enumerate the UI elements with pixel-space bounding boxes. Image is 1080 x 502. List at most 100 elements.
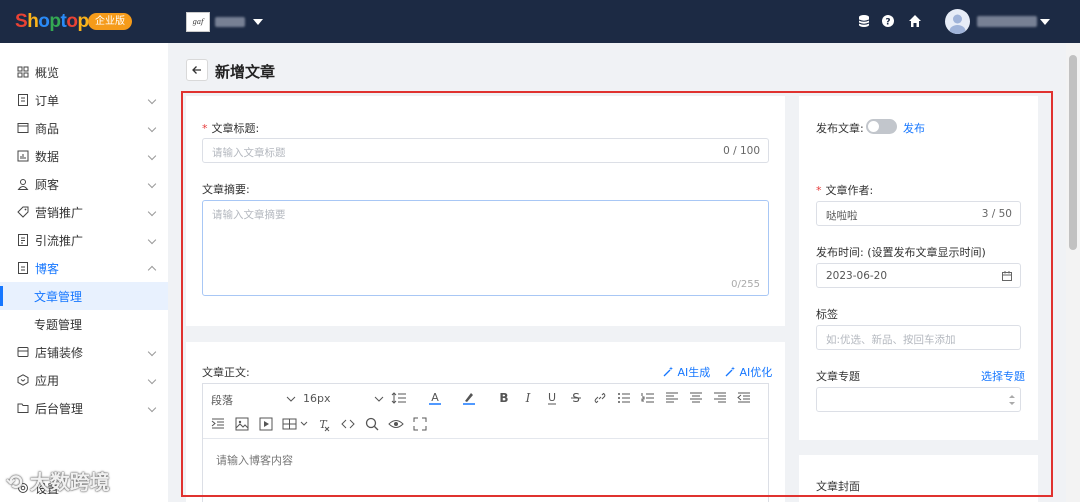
sidebar-item-products[interactable]: 商品 xyxy=(0,114,168,142)
sidebar-subitem-topics[interactable]: 专题管理 xyxy=(0,310,168,338)
sidebar-item-apps[interactable]: 应用 xyxy=(0,366,168,394)
editor-content-area[interactable]: 请输入博客内容 xyxy=(203,439,768,502)
chevron-down-icon[interactable] xyxy=(371,391,387,407)
code-icon[interactable] xyxy=(340,416,356,432)
sidebar-subitem-label: 文章管理 xyxy=(34,290,83,304)
sidebar-item-store-design[interactable]: 店铺装修 xyxy=(0,338,168,366)
svg-text:B: B xyxy=(499,391,508,405)
sidebar-item-label: 商品 xyxy=(35,122,60,136)
image-icon[interactable] xyxy=(234,416,250,432)
underline-icon[interactable]: U xyxy=(544,390,560,406)
video-icon[interactable] xyxy=(258,416,274,432)
chevron-down-icon xyxy=(147,235,157,245)
stepper-icon xyxy=(1009,395,1015,405)
ai-optimize-button[interactable]: AI优化 xyxy=(725,364,772,380)
publish-settings-card: 发布文章: 发布 * 文章作者: 哒啦啦 3 / 50 发布时间: (设置发布文章… xyxy=(799,96,1038,440)
sidebar-item-blog[interactable]: 博客 xyxy=(0,254,168,282)
sidebar-item-label: 后台管理 xyxy=(35,402,84,416)
sidebar-item-label: 引流推广 xyxy=(35,234,84,248)
chevron-down-icon[interactable] xyxy=(283,391,299,407)
align-right-icon[interactable] xyxy=(712,390,728,406)
folder-icon xyxy=(17,403,29,413)
align-center-icon[interactable] xyxy=(688,390,704,406)
svg-text:A: A xyxy=(431,391,439,404)
chevron-down-icon[interactable] xyxy=(296,416,312,432)
cover-card: 文章封面 xyxy=(799,455,1038,502)
select-topic-link[interactable]: 选择专题 xyxy=(981,368,1025,384)
avatar[interactable] xyxy=(945,9,970,34)
author-label: * 文章作者: xyxy=(816,184,874,197)
store-switcher-caret-icon[interactable] xyxy=(253,19,263,25)
chevron-down-icon xyxy=(147,207,157,217)
topic-select[interactable] xyxy=(816,387,1021,412)
tag-icon xyxy=(17,206,29,218)
search-icon[interactable] xyxy=(364,416,380,432)
bullet-list-icon[interactable] xyxy=(616,390,632,406)
strikethrough-icon[interactable]: S xyxy=(568,390,584,406)
help-icon[interactable]: ? xyxy=(881,14,895,28)
sidebar-item-marketing[interactable]: 营销推广 xyxy=(0,198,168,226)
sidebar-item-label: 数据 xyxy=(35,150,60,164)
database-icon[interactable] xyxy=(857,14,871,28)
blog-icon xyxy=(18,262,28,274)
magic-wand-icon xyxy=(725,366,735,377)
sidebar-item-traffic[interactable]: 引流推广 xyxy=(0,226,168,254)
watermark-logo-icon: ⟲ xyxy=(6,470,23,494)
scrollbar-thumb[interactable] xyxy=(1069,55,1077,250)
sidebar-item-data[interactable]: 数据 xyxy=(0,142,168,170)
back-button[interactable] xyxy=(186,59,208,81)
title-input[interactable]: 请输入文章标题 0 / 100 xyxy=(202,138,769,163)
publish-label: 发布文章: xyxy=(816,122,864,135)
sidebar-item-customers[interactable]: 顾客 xyxy=(0,170,168,198)
store-name-blurred[interactable] xyxy=(215,17,245,27)
chevron-up-icon xyxy=(147,265,157,275)
outdent-icon[interactable] xyxy=(736,390,752,406)
highlight-icon[interactable] xyxy=(461,390,477,406)
link-icon[interactable] xyxy=(592,390,608,406)
home-icon[interactable] xyxy=(908,14,922,28)
title-placeholder: 请输入文章标题 xyxy=(212,147,286,159)
sidebar-subitem-articles[interactable]: 文章管理 xyxy=(0,282,168,310)
user-name-blurred[interactable] xyxy=(977,16,1037,27)
title-label: * 文章标题: xyxy=(202,122,260,135)
summary-textarea[interactable]: 请输入文章摘要 0/255 xyxy=(202,200,769,296)
font-size-select[interactable]: 16px xyxy=(303,392,331,405)
chevron-down-icon xyxy=(147,179,157,189)
indent-icon[interactable] xyxy=(210,416,226,432)
ai-generate-button[interactable]: AI生成 xyxy=(663,364,710,380)
watermark: ⟲ 大数跨境 xyxy=(6,470,110,494)
align-left-icon[interactable] xyxy=(664,390,680,406)
user-icon xyxy=(17,179,29,190)
publish-status-link[interactable]: 发布 xyxy=(903,120,925,136)
author-input[interactable]: 哒啦啦 3 / 50 xyxy=(816,201,1021,226)
app-icon xyxy=(17,374,29,386)
summary-label: 文章摘要: xyxy=(202,183,250,196)
magic-wand-icon xyxy=(663,366,673,377)
author-value: 哒啦啦 xyxy=(826,210,858,222)
page-title: 新增文章 xyxy=(215,63,276,81)
chevron-down-icon xyxy=(147,347,157,357)
fullscreen-icon[interactable] xyxy=(412,416,428,432)
italic-icon[interactable]: I xyxy=(520,390,536,406)
sidebar-item-orders[interactable]: 订单 xyxy=(0,86,168,114)
numbered-list-icon[interactable] xyxy=(640,390,656,406)
paragraph-select[interactable]: 段落 xyxy=(211,392,233,408)
sidebar-item-admin[interactable]: 后台管理 xyxy=(0,394,168,422)
bold-icon[interactable]: B xyxy=(496,390,512,406)
clear-format-icon[interactable]: T xyxy=(316,416,332,432)
publish-date-picker[interactable]: 2023-06-20 xyxy=(816,263,1021,288)
line-height-icon[interactable] xyxy=(391,390,407,406)
page-scrollbar[interactable] xyxy=(1066,43,1080,502)
tags-input[interactable]: 如:优选、新品、按回车添加 xyxy=(816,325,1021,350)
sidebar-item-label: 营销推广 xyxy=(35,206,84,220)
font-color-icon[interactable]: A xyxy=(427,390,443,406)
top-bar: Shoptop 企业版 gaf ? xyxy=(0,0,1080,43)
shoptop-logo[interactable]: Shoptop xyxy=(15,11,89,33)
preview-eye-icon[interactable] xyxy=(388,416,404,432)
document-icon xyxy=(18,234,28,246)
publish-toggle[interactable] xyxy=(866,119,897,134)
sidebar-item-overview[interactable]: 概览 xyxy=(0,58,168,86)
store-logo[interactable]: gaf xyxy=(186,12,210,32)
user-menu-caret-icon[interactable] xyxy=(1040,19,1050,25)
arrow-left-icon xyxy=(192,66,201,74)
